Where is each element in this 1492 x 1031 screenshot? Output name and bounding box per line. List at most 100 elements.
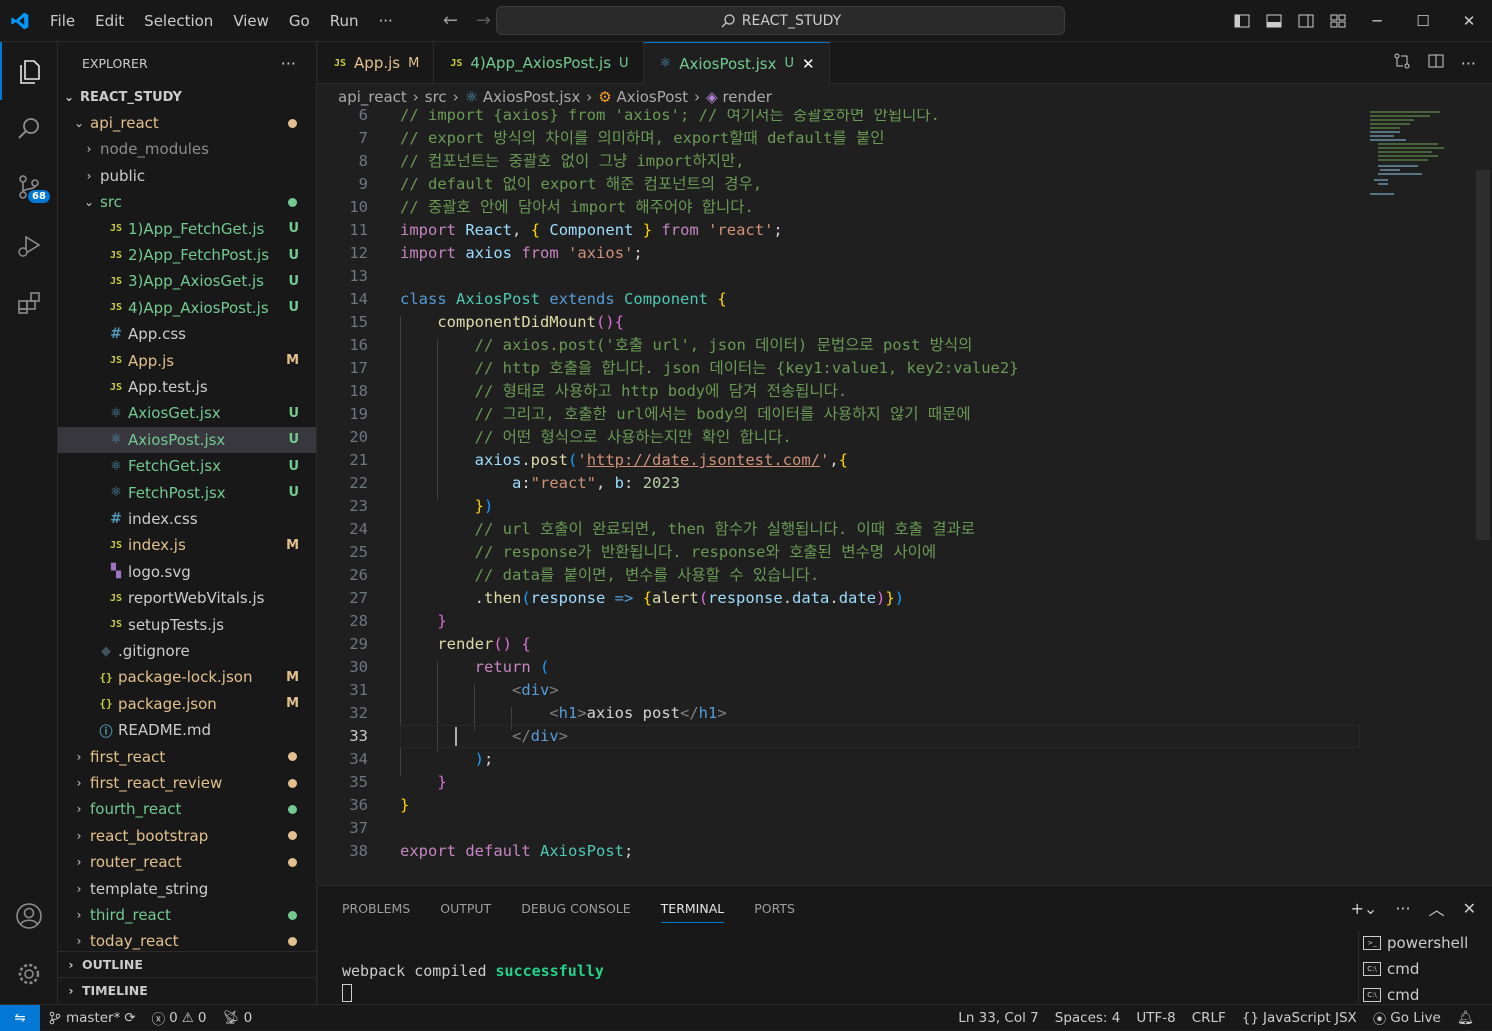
- tree-item[interactable]: JS App.test.js: [58, 374, 316, 400]
- search-icon[interactable]: [0, 100, 58, 158]
- code-line[interactable]: 21 axios.post('http://date.jsontest.com/…: [318, 449, 1478, 472]
- code-line[interactable]: 16 // axios.post('호출 url', json 데이터) 문법으…: [318, 334, 1478, 357]
- toggle-secondary-sidebar-icon[interactable]: [1290, 0, 1322, 42]
- panel-tab-output[interactable]: OUTPUT: [440, 901, 491, 916]
- timeline-section[interactable]: › TIMELINE: [58, 977, 316, 1003]
- code-line[interactable]: 29 render() {: [318, 633, 1478, 656]
- indentation[interactable]: Spaces: 4: [1047, 1010, 1129, 1026]
- tree-item[interactable]: ⚛ AxiosPost.jsx U: [58, 426, 316, 453]
- editor-tab[interactable]: JS App.js M: [318, 42, 435, 84]
- code-line[interactable]: 30 return (: [318, 656, 1478, 679]
- language-mode[interactable]: {} JavaScript JSX: [1234, 1010, 1365, 1026]
- tree-item[interactable]: # index.css: [58, 506, 316, 532]
- editor-scrollbar[interactable]: [1476, 170, 1490, 540]
- source-control-icon[interactable]: 68: [0, 158, 58, 216]
- remote-indicator-icon[interactable]: ⇋: [0, 1004, 40, 1031]
- menu-item-3[interactable]: View: [223, 0, 279, 42]
- close-tab-icon[interactable]: ✕: [802, 55, 815, 73]
- back-arrow-icon[interactable]: ←: [443, 10, 458, 31]
- code-line[interactable]: 6 // import {axios} from 'axios'; // 여기서는…: [318, 109, 1478, 127]
- encoding[interactable]: UTF-8: [1128, 1010, 1183, 1026]
- tree-item[interactable]: ⚛ AxiosGet.jsx U: [58, 400, 316, 426]
- breadcrumb-item[interactable]: ⚛ AxiosPost.jsx: [465, 88, 581, 106]
- code-line[interactable]: 28 }: [318, 610, 1478, 633]
- breadcrumb-item[interactable]: src: [425, 88, 447, 106]
- go-live-button[interactable]: ⦿ Go Live: [1365, 1008, 1449, 1028]
- tree-item[interactable]: › router_react: [58, 849, 316, 875]
- workspace-root[interactable]: ⌄ REACT_STUDY: [58, 84, 316, 110]
- breadcrumb-item[interactable]: api_react: [338, 88, 407, 106]
- maximize-icon[interactable]: ☐: [1400, 0, 1446, 42]
- tree-item[interactable]: {} package.json M: [58, 691, 316, 717]
- code-line[interactable]: 13: [318, 265, 1478, 288]
- tree-item[interactable]: › node_modules: [58, 136, 316, 162]
- problems-status[interactable]: ⓧ 0 ⚠ 0: [144, 1008, 215, 1028]
- tree-item[interactable]: JS 3)App_AxiosGet.js U: [58, 268, 316, 294]
- panel-tab-problems[interactable]: PROBLEMS: [342, 901, 410, 916]
- more-actions-icon[interactable]: ···: [1461, 54, 1476, 73]
- code-line[interactable]: 22 a:"react", b: 2023: [318, 472, 1478, 495]
- notifications-bell-icon[interactable]: 🔔︎: [1449, 1010, 1482, 1026]
- close-window-icon[interactable]: ✕: [1446, 0, 1492, 42]
- toggle-panel-icon[interactable]: [1258, 0, 1290, 42]
- tree-item[interactable]: JS 4)App_AxiosPost.js U: [58, 295, 316, 321]
- command-center-search[interactable]: REACT_STUDY: [496, 6, 1065, 35]
- panel-tab-terminal[interactable]: TERMINAL: [660, 901, 725, 923]
- tree-item[interactable]: JS App.js M: [58, 348, 316, 374]
- forward-arrow-icon[interactable]: →: [476, 10, 491, 31]
- code-line[interactable]: 14 class AxiosPost extends Component {: [318, 288, 1478, 311]
- code-line[interactable]: 23 }): [318, 495, 1478, 518]
- explorer-icon[interactable]: [0, 42, 58, 100]
- editor-tab[interactable]: JS 4)App_AxiosPost.js U: [434, 42, 644, 84]
- open-changes-icon[interactable]: [1393, 52, 1411, 74]
- terminal-instance[interactable]: >_ powershell: [1359, 930, 1492, 956]
- tree-item[interactable]: ⌄ api_react: [58, 110, 316, 136]
- outline-section[interactable]: › OUTLINE: [58, 951, 316, 977]
- tree-item[interactable]: › template_string: [58, 876, 316, 902]
- extensions-icon[interactable]: [0, 274, 58, 332]
- editor-tab[interactable]: ⚛ AxiosPost.jsx U ✕: [643, 42, 830, 84]
- customize-layout-icon[interactable]: [1322, 0, 1354, 42]
- tree-item[interactable]: ⚛ FetchPost.jsx U: [58, 480, 316, 506]
- code-line[interactable]: 36}: [318, 794, 1478, 817]
- menu-item-1[interactable]: Edit: [85, 0, 134, 42]
- tree-item[interactable]: ▚ logo.svg: [58, 559, 316, 585]
- split-editor-icon[interactable]: [1427, 52, 1445, 74]
- tree-item[interactable]: › fourth_react: [58, 796, 316, 822]
- code-line[interactable]: 7 // export 방식의 차이를 의미하며, export할때 defaul…: [318, 127, 1478, 150]
- code-editor[interactable]: 6 // import {axios} from 'axios'; // 여기서는…: [318, 109, 1492, 885]
- tree-item[interactable]: ⌄ src: [58, 189, 316, 215]
- tree-item[interactable]: JS setupTests.js: [58, 612, 316, 638]
- code-line[interactable]: 32 <h1>axios post</h1>: [318, 702, 1478, 725]
- maximize-panel-icon[interactable]: ︿: [1429, 896, 1445, 920]
- code-line[interactable]: 37: [318, 817, 1478, 840]
- new-terminal-icon[interactable]: +⌄: [1351, 899, 1378, 918]
- code-line[interactable]: 24 // url 호출이 완료되면, then 함수가 실행됩니다. 이때 호…: [318, 518, 1478, 541]
- code-line[interactable]: 19 // 그리고, 호출한 url에서는 body의 데이터를 사용하지 않기…: [318, 403, 1478, 426]
- terminal-instance[interactable]: C:\ cmd: [1359, 956, 1492, 982]
- menu-item-6[interactable]: ···: [369, 0, 403, 42]
- code-line[interactable]: 9 // default 없이 export 해준 컴포넌트의 경우,: [318, 173, 1478, 196]
- tree-item[interactable]: JS 1)App_FetchGet.js U: [58, 216, 316, 242]
- menu-item-2[interactable]: Selection: [134, 0, 223, 42]
- code-line[interactable]: 26 // data를 붙이면, 변수를 사용할 수 있습니다.: [318, 564, 1478, 587]
- tree-item[interactable]: › first_react_review: [58, 770, 316, 796]
- tree-item[interactable]: ◆ .gitignore: [58, 638, 316, 664]
- code-line[interactable]: 33 </div>: [318, 725, 1478, 748]
- tree-item[interactable]: JS 2)App_FetchPost.js U: [58, 242, 316, 268]
- tree-item[interactable]: ⚛ FetchGet.jsx U: [58, 453, 316, 479]
- sync-icon[interactable]: ⟳: [124, 1010, 135, 1026]
- line-ending[interactable]: CRLF: [1184, 1010, 1234, 1026]
- code-line[interactable]: 18 // 형태로 사용하고 http body에 담겨 전송됩니다.: [318, 380, 1478, 403]
- breadcrumb-item[interactable]: ◈ render: [706, 88, 772, 106]
- tree-item[interactable]: › first_react: [58, 744, 316, 770]
- breadcrumb-item[interactable]: ⚙ AxiosPost: [598, 88, 688, 106]
- tree-item[interactable]: › third_react: [58, 902, 316, 928]
- code-line[interactable]: 35 }: [318, 771, 1478, 794]
- code-line[interactable]: 25 // response가 반환됩니다. response와 호출된 변수명…: [318, 541, 1478, 564]
- menu-item-0[interactable]: File: [40, 0, 85, 42]
- code-line[interactable]: 34 );: [318, 748, 1478, 771]
- close-panel-icon[interactable]: ✕: [1463, 899, 1476, 918]
- code-line[interactable]: 38 export default AxiosPost;: [318, 840, 1478, 863]
- settings-gear-icon[interactable]: [0, 945, 58, 1003]
